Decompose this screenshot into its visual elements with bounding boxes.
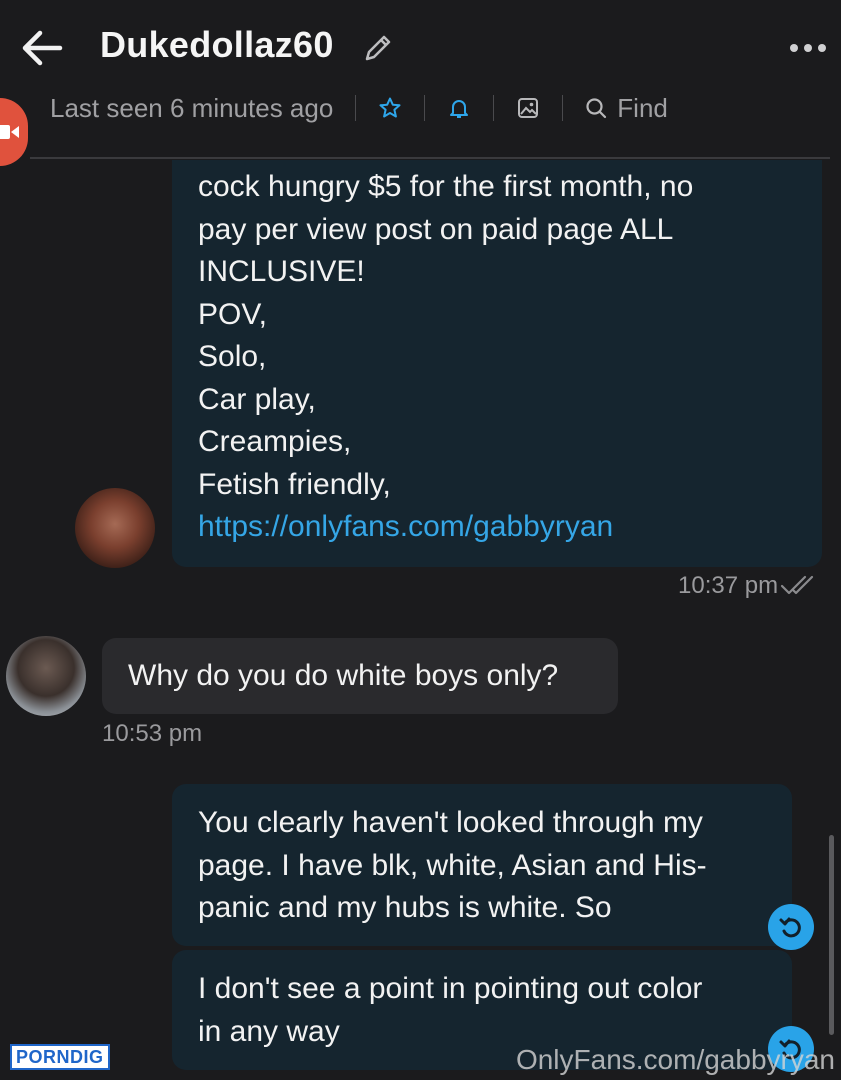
message-line: I don't see a point in pointing out colo… — [198, 972, 703, 1005]
image-icon[interactable] — [516, 96, 540, 120]
find-label: Find — [617, 92, 668, 123]
message-line: panic and my hubs is white. So — [198, 891, 612, 924]
chat-title[interactable]: Dukedollaz60 — [100, 24, 334, 66]
find-button[interactable]: Find — [585, 93, 668, 124]
search-icon — [586, 98, 607, 119]
message-line: Fetish friendly, — [198, 467, 391, 501]
message-line: cock hungry $5 for the first month, no — [198, 170, 694, 203]
chat-header: Dukedollaz60 Last seen 6 minutes ago Fin… — [0, 0, 841, 160]
message-line: You clearly haven't looked through my — [198, 806, 703, 839]
message-timestamp: 10:53 pm — [102, 720, 203, 747]
message-bubble-outgoing[interactable]: You clearly haven't looked through my pa… — [172, 784, 792, 946]
message-line: POV, — [198, 297, 267, 331]
star-icon[interactable] — [378, 96, 402, 120]
message-timestamp: 10:37 pm — [678, 572, 779, 599]
message-text: Why do you do white boys only? — [128, 659, 559, 692]
message-line: Car play, — [198, 382, 316, 416]
divider — [424, 95, 426, 121]
sender-avatar[interactable] — [75, 488, 155, 568]
pencil-icon[interactable] — [362, 32, 394, 64]
reply-icon — [779, 917, 801, 938]
watermark: OnlyFans.com/gabbyryan — [515, 1044, 835, 1075]
message-bubble-outgoing[interactable]: cock hungry $5 for the first month, no p… — [172, 130, 822, 567]
video-icon — [0, 125, 19, 139]
message-line: page. I have blk, white, Asian and His- — [198, 848, 707, 882]
message-bubble-incoming[interactable]: Why do you do white boys only? — [102, 638, 618, 714]
message-line: INCLUSIVE! — [198, 255, 365, 288]
status-bar: Last seen 6 minutes ago Find — [50, 90, 668, 126]
profile-link[interactable]: https://onlyfans.com/gabbyryan — [198, 506, 796, 549]
header-divider — [30, 157, 830, 159]
recipient-avatar[interactable] — [6, 636, 86, 716]
double-check-icon — [780, 574, 824, 601]
divider — [493, 95, 495, 121]
back-arrow-icon[interactable] — [20, 26, 64, 70]
last-seen-status: Last seen 6 minutes ago — [50, 92, 334, 123]
divider — [562, 95, 564, 121]
more-dots-icon[interactable] — [788, 40, 828, 56]
divider — [355, 95, 357, 121]
message-line: Solo, — [198, 340, 267, 373]
message-line: Creampies, — [198, 425, 352, 458]
scrollbar[interactable] — [829, 835, 834, 1035]
reply-button[interactable] — [768, 904, 814, 950]
brand-badge: PORNDIG — [10, 1044, 110, 1070]
message-line: pay per view post on paid page ALL — [198, 212, 674, 246]
bell-icon[interactable] — [447, 96, 471, 120]
